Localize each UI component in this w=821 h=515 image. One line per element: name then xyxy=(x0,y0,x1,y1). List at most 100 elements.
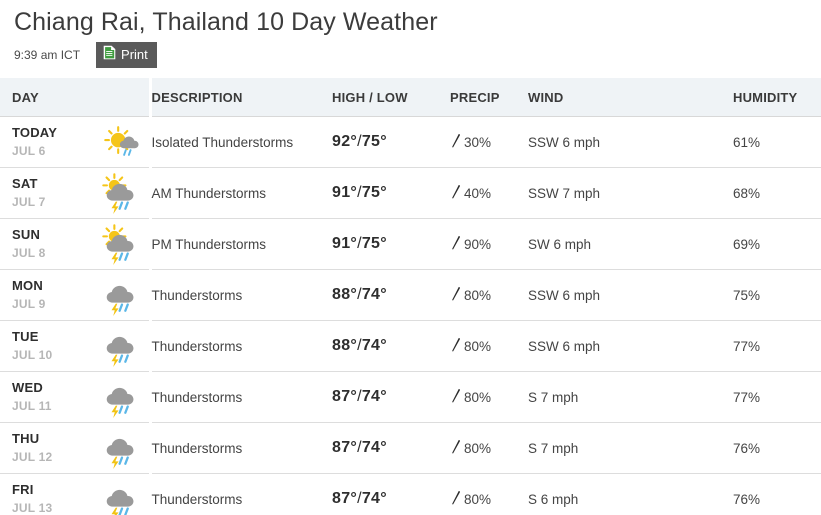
cell-day: THU JUL 12 xyxy=(0,422,152,474)
day-date: JUL 11 xyxy=(12,398,52,413)
thunderstorm-cloud-icon xyxy=(101,478,143,515)
low-temp: 74 xyxy=(361,490,381,507)
cell-wind: SW 6 mph xyxy=(528,218,733,270)
forecast-table: DAY DESCRIPTION HIGH / LOW PRECIP WIND H… xyxy=(0,78,821,515)
column-header-day: DAY xyxy=(0,78,152,117)
observation-time: 9:39 am ICT xyxy=(14,48,81,62)
print-button[interactable]: Print xyxy=(96,42,157,68)
day-date: JUL 12 xyxy=(12,449,53,464)
raindrop-icon xyxy=(450,439,461,458)
cell-wind: S 7 mph xyxy=(528,422,733,474)
table-row[interactable]: THU JUL 12 Thunderstorms 87°/74° 80% S 7… xyxy=(0,422,821,474)
table-row[interactable]: TUE JUL 10 Thunderstorms 88°/74° 80% SSW… xyxy=(0,320,821,372)
low-temp: 74 xyxy=(361,388,381,405)
day-name: MON xyxy=(12,278,43,294)
table-row[interactable]: TODAY JUL 6 Isolated Thunderstorms 92°/7… xyxy=(0,116,821,168)
cell-humidity: 68% xyxy=(733,167,821,219)
raindrop-icon xyxy=(450,490,461,509)
print-button-label: Print xyxy=(121,46,148,62)
cell-day: SAT JUL 7 xyxy=(0,167,152,219)
day-date: JUL 7 xyxy=(12,194,46,209)
day-date: JUL 10 xyxy=(12,347,53,362)
precip-value: 80% xyxy=(464,338,492,354)
table-body: TODAY JUL 6 Isolated Thunderstorms 92°/7… xyxy=(0,116,821,515)
high-temp: 91 xyxy=(332,235,351,252)
wind-value: SSW 7 mph xyxy=(528,185,601,201)
precip-value: 80% xyxy=(464,440,492,456)
cell-description: Isolated Thunderstorms xyxy=(150,116,332,168)
cell-precip: 80% xyxy=(450,371,528,423)
cell-precip: 30% xyxy=(450,116,528,168)
cell-description: Thunderstorms xyxy=(150,422,332,474)
cell-wind: SSW 6 mph xyxy=(528,320,733,372)
cell-precip: 90% xyxy=(450,218,528,270)
low-temp: 74 xyxy=(361,337,381,354)
cell-wind: SSW 7 mph xyxy=(528,167,733,219)
humidity-value: 75% xyxy=(733,287,761,303)
cell-wind: SSW 6 mph xyxy=(528,269,733,321)
table-header-row: DAY DESCRIPTION HIGH / LOW PRECIP WIND H… xyxy=(0,78,821,117)
cell-humidity: 77% xyxy=(733,320,821,372)
day-date: JUL 8 xyxy=(12,245,46,260)
cell-humidity: 69% xyxy=(733,218,821,270)
wind-value: S 6 mph xyxy=(528,491,579,507)
table-row[interactable]: MON JUL 9 Thunderstorms 88°/74° 80% SSW … xyxy=(0,269,821,321)
raindrop-icon xyxy=(450,184,461,203)
wind-value: SW 6 mph xyxy=(528,236,592,252)
cell-wind: S 6 mph xyxy=(528,473,733,515)
day-name: WED xyxy=(12,380,43,396)
humidity-value: 76% xyxy=(733,440,761,456)
cell-description: Thunderstorms xyxy=(150,371,332,423)
wind-value: S 7 mph xyxy=(528,440,579,456)
description-value: Thunderstorms xyxy=(151,491,243,507)
page-title: Chiang Rai, Thailand 10 Day Weather xyxy=(14,8,438,36)
cell-high-low: 91°/75° xyxy=(332,218,450,270)
cell-high-low: 87°/74° xyxy=(332,473,450,515)
cell-precip: 80% xyxy=(450,473,528,515)
sun-behind-rain-cloud-icon xyxy=(101,121,143,163)
cell-day: WED JUL 11 xyxy=(0,371,152,423)
description-value: PM Thunderstorms xyxy=(151,236,267,252)
day-name: SUN xyxy=(12,227,41,243)
raindrop-icon xyxy=(450,286,461,305)
humidity-value: 69% xyxy=(733,236,761,252)
humidity-value: 68% xyxy=(733,185,761,201)
raindrop-icon xyxy=(450,337,461,356)
cell-precip: 80% xyxy=(450,320,528,372)
precip-value: 30% xyxy=(464,134,492,150)
day-date: JUL 9 xyxy=(12,296,46,311)
low-temp: 74 xyxy=(361,286,381,303)
humidity-value: 77% xyxy=(733,389,761,405)
precip-value: 80% xyxy=(464,491,492,507)
high-temp: 91 xyxy=(332,184,351,201)
cell-humidity: 76% xyxy=(733,473,821,515)
cell-high-low: 91°/75° xyxy=(332,167,450,219)
column-header-description: DESCRIPTION xyxy=(150,78,332,117)
high-temp: 88 xyxy=(332,286,351,303)
column-header-high-low: HIGH / LOW xyxy=(332,78,450,117)
cell-high-low: 92°/75° xyxy=(332,116,450,168)
wind-value: S 7 mph xyxy=(528,389,579,405)
temperature-value: 91°/75° xyxy=(332,184,387,201)
table-row[interactable]: WED JUL 11 Thunderstorms 87°/74° 80% S 7… xyxy=(0,371,821,423)
cell-precip: 40% xyxy=(450,167,528,219)
title-block: Chiang Rai, Thailand 10 Day Weather 9:39… xyxy=(0,0,821,68)
humidity-value: 61% xyxy=(733,134,761,150)
cell-precip: 80% xyxy=(450,269,528,321)
description-value: Thunderstorms xyxy=(151,440,243,456)
thunderstorm-cloud-icon xyxy=(101,376,143,418)
cell-humidity: 75% xyxy=(733,269,821,321)
table-row[interactable]: SAT JUL 7 AM Thunderstorms 91°/75° 40% S… xyxy=(0,167,821,219)
cell-high-low: 88°/74° xyxy=(332,269,450,321)
wind-value: SSW 6 mph xyxy=(528,287,601,303)
temperature-value: 88°/74° xyxy=(332,337,387,354)
table-row[interactable]: SUN JUL 8 PM Thunderstorms 91°/75° 90% S… xyxy=(0,218,821,270)
table-row[interactable]: FRI JUL 13 Thunderstorms 87°/74° 80% S 6… xyxy=(0,473,821,515)
sun-behind-thunderstorm-cloud-icon xyxy=(101,172,143,214)
high-temp: 87 xyxy=(332,388,351,405)
cell-wind: S 7 mph xyxy=(528,371,733,423)
high-temp: 87 xyxy=(332,490,351,507)
cell-precip: 80% xyxy=(450,422,528,474)
precip-value: 80% xyxy=(464,389,492,405)
thunderstorm-cloud-icon xyxy=(101,274,143,316)
